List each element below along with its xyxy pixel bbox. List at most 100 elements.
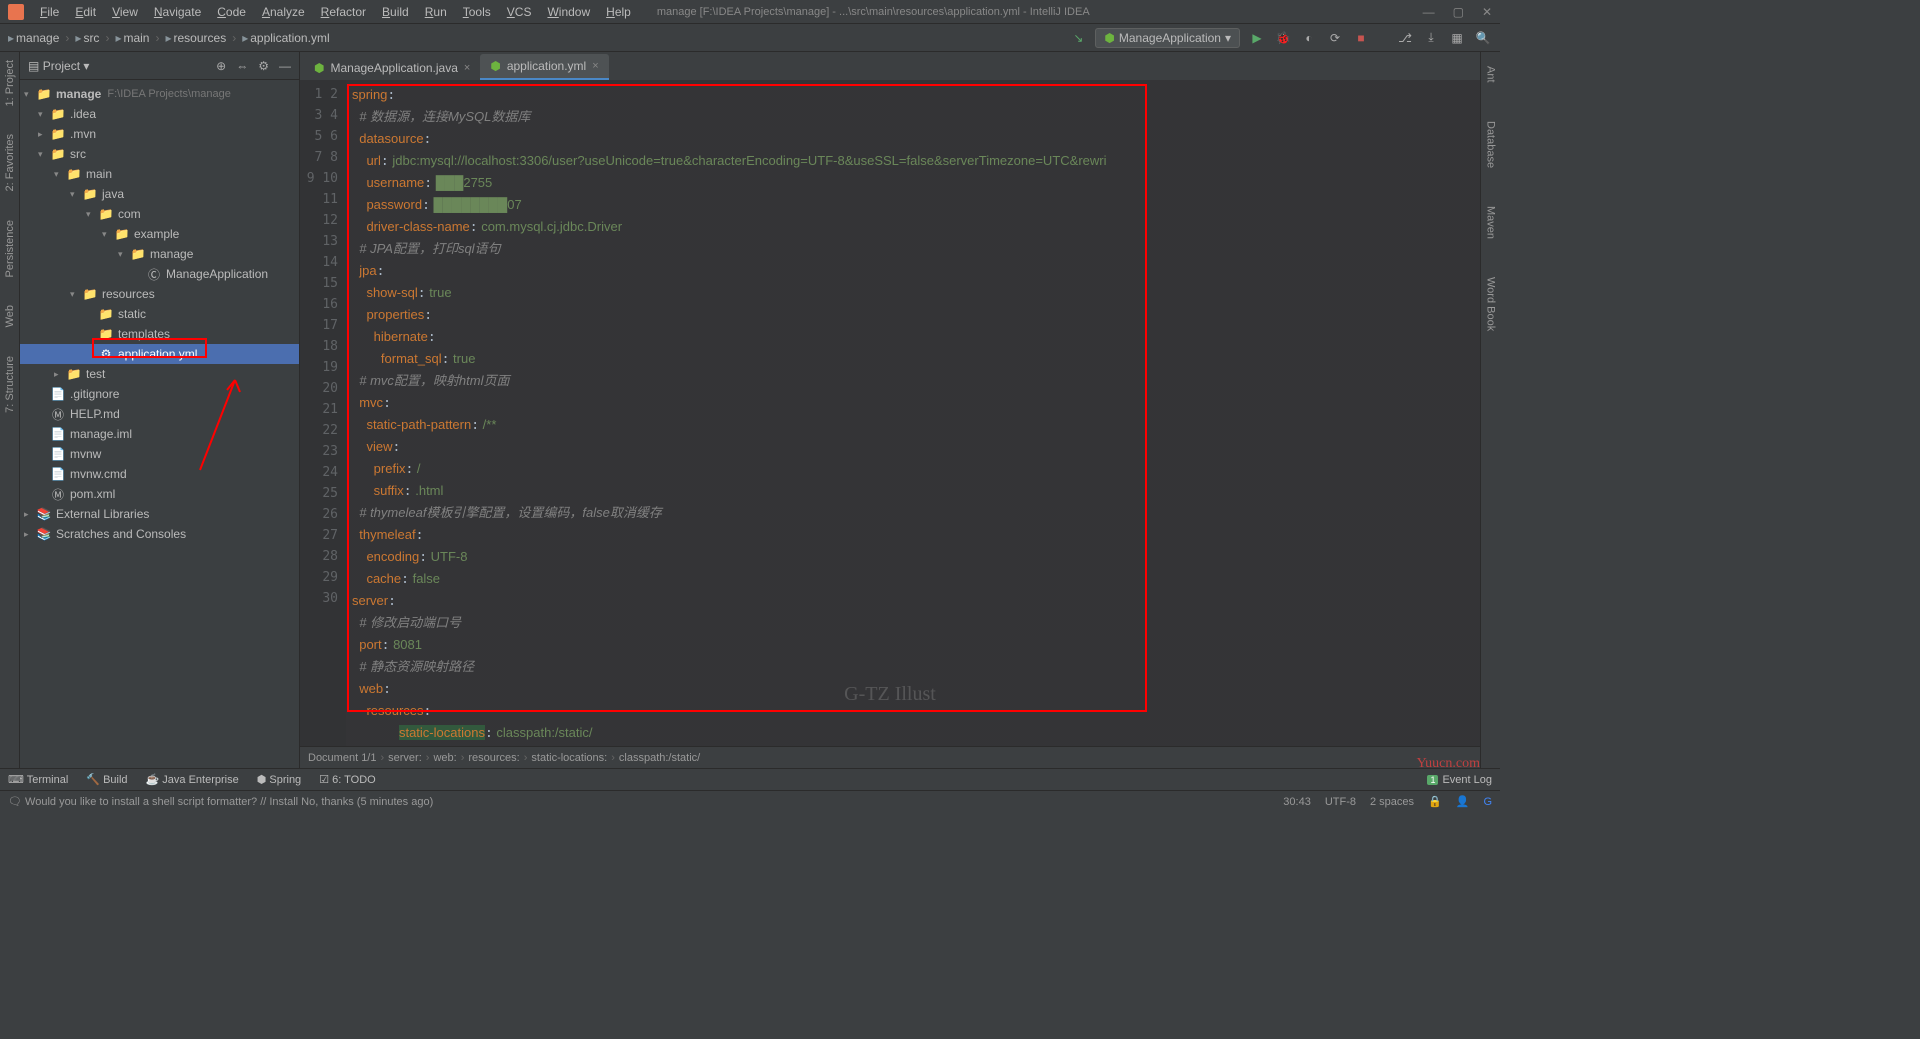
breadcrumb-item[interactable]: ▸src — [75, 31, 99, 45]
bottom-tool-terminal[interactable]: ⌨ Terminal — [8, 773, 68, 786]
tab-applicationyml[interactable]: ⬢application.yml × — [480, 54, 608, 80]
breadcrumb-item[interactable]: ▸manage — [8, 31, 59, 45]
settings-icon[interactable]: ▦ — [1448, 29, 1466, 47]
code-editor[interactable]: 1 2 3 4 5 6 7 8 9 10 11 12 13 14 15 16 1… — [300, 80, 1480, 746]
menu-run[interactable]: Run — [419, 3, 453, 21]
locate-icon[interactable]: ⊕ — [216, 59, 226, 73]
tree-item-applicationyml[interactable]: ⚙application.yml — [20, 344, 299, 364]
crumb-item[interactable]: resources: — [468, 752, 519, 764]
notification-icon[interactable]: 🗨 — [8, 795, 22, 808]
tree-item-manage[interactable]: ▾📁manage — [20, 244, 299, 264]
tree-extLib[interactable]: ▸📚External Libraries — [20, 504, 299, 524]
tree-item-static[interactable]: 📁static — [20, 304, 299, 324]
tool-project[interactable]: 1: Project — [4, 56, 16, 110]
tree-item-main[interactable]: ▾📁main — [20, 164, 299, 184]
breadcrumb-item[interactable]: ▸main — [115, 31, 149, 45]
chevron-down-icon[interactable]: ▾ — [80, 59, 89, 73]
update-icon[interactable]: ⤓ — [1422, 29, 1440, 47]
tree-item-test[interactable]: ▸📁test — [20, 364, 299, 384]
git-icon[interactable]: ⎇ — [1396, 29, 1414, 47]
run-config-selector[interactable]: ⬢ ManageApplication ▾ — [1095, 28, 1240, 48]
menu-refactor[interactable]: Refactor — [315, 3, 372, 21]
menu-analyze[interactable]: Analyze — [256, 3, 311, 21]
tab-manageapplicationjava[interactable]: ⬢ManageApplication.java × — [304, 56, 480, 80]
close-icon[interactable]: ✕ — [1482, 5, 1492, 19]
bottom-toolbar[interactable]: ⌨ Terminal🔨 Build☕ Java Enterprise⬢ Spri… — [0, 768, 1500, 790]
coverage-icon[interactable]: ◐ — [1300, 29, 1318, 47]
tool-database[interactable]: Database — [1485, 117, 1497, 172]
breadcrumb-item[interactable]: ▸resources — [165, 31, 226, 45]
crumb-item[interactable]: server: — [388, 752, 422, 764]
bottom-tool-javaenterprise[interactable]: ☕ Java Enterprise — [146, 773, 239, 786]
menubar[interactable]: FileEditViewNavigateCodeAnalyzeRefactorB… — [34, 3, 637, 21]
breadcrumb-item[interactable]: ▸application.yml — [242, 31, 329, 45]
tree-item-helpmd[interactable]: ⓂHELP.md — [20, 404, 299, 424]
menu-tools[interactable]: Tools — [457, 3, 497, 21]
event-log[interactable]: 1Event Log — [1427, 774, 1492, 786]
tree-item-manageapplication[interactable]: ⒸManageApplication — [20, 264, 299, 284]
tree-item-idea[interactable]: ▾📁.idea — [20, 104, 299, 124]
minimize-icon[interactable]: — — [1423, 5, 1435, 19]
menu-code[interactable]: Code — [211, 3, 252, 21]
tree-item-templates[interactable]: 📁templates — [20, 324, 299, 344]
menu-vcs[interactable]: VCS — [501, 3, 538, 21]
window-controls[interactable]: — ▢ ✕ — [1423, 5, 1492, 19]
project-panel-header[interactable]: ▤ Project ▾ ⊕ ⇔ ⚙ — — [20, 52, 299, 80]
tree-item-resources[interactable]: ▾📁resources — [20, 284, 299, 304]
collapse-icon[interactable]: ⇔ — [236, 59, 248, 73]
tree-item-gitignore[interactable]: 📄.gitignore — [20, 384, 299, 404]
crumb-item[interactable]: static-locations: — [531, 752, 607, 764]
menu-navigate[interactable]: Navigate — [148, 3, 207, 21]
menu-help[interactable]: Help — [600, 3, 637, 21]
encoding[interactable]: UTF-8 — [1325, 796, 1356, 808]
menu-window[interactable]: Window — [541, 3, 596, 21]
hide-icon[interactable]: — — [279, 59, 291, 73]
tree-item-manageiml[interactable]: 📄manage.iml — [20, 424, 299, 444]
gear-icon[interactable]: ⚙ — [258, 59, 269, 73]
breadcrumb[interactable]: ▸manage›▸src›▸main›▸resources›▸applicati… — [8, 31, 330, 45]
run-icon[interactable]: ▶ — [1248, 29, 1266, 47]
inspect-icon[interactable]: 👤 — [1456, 795, 1470, 808]
crumb-item[interactable]: web: — [433, 752, 456, 764]
left-tool-stripe[interactable]: 1: Project 2: Favorites Persistence Web 7: S… — [0, 52, 20, 768]
debug-icon[interactable]: 🐞 — [1274, 29, 1292, 47]
stop-icon[interactable]: ■ — [1352, 29, 1370, 47]
search-icon[interactable]: 🔍 — [1474, 29, 1492, 47]
tool-maven[interactable]: Maven — [1485, 202, 1497, 243]
tree-item-pomxml[interactable]: Ⓜpom.xml — [20, 484, 299, 504]
tree-root[interactable]: ▾📁manageF:\IDEA Projects\manage — [20, 84, 299, 104]
indent[interactable]: 2 spaces — [1370, 796, 1414, 808]
editor-tabs[interactable]: ⬢ManageApplication.java ×⬢application.ym… — [300, 52, 1480, 80]
close-icon[interactable]: × — [464, 62, 470, 74]
tree-item-mvnwcmd[interactable]: 📄mvnw.cmd — [20, 464, 299, 484]
crumb-item[interactable]: classpath:/static/ — [619, 752, 700, 764]
close-icon[interactable]: × — [592, 60, 598, 72]
tree-item-com[interactable]: ▾📁com — [20, 204, 299, 224]
code-breadcrumb[interactable]: Document 1/1 › server: › web: › resource… — [300, 746, 1480, 768]
tool-wordbook[interactable]: Word Book — [1485, 273, 1497, 335]
tool-persistence[interactable]: Persistence — [4, 216, 16, 281]
tree-item-mvnw[interactable]: 📄mvnw — [20, 444, 299, 464]
google-icon[interactable]: G — [1483, 796, 1492, 808]
right-tool-stripe[interactable]: Ant Database Maven Word Book — [1480, 52, 1500, 768]
lock-icon[interactable]: 🔒 — [1428, 795, 1442, 808]
tool-ant[interactable]: Ant — [1485, 62, 1497, 87]
project-tree[interactable]: ▾📁manageF:\IDEA Projects\manage▾📁.idea▸📁… — [20, 80, 299, 768]
tool-structure[interactable]: 7: Structure — [4, 352, 16, 417]
tree-scratches[interactable]: ▸📚Scratches and Consoles — [20, 524, 299, 544]
bottom-tool-todo[interactable]: ☑ 6: TODO — [319, 773, 376, 786]
menu-build[interactable]: Build — [376, 3, 415, 21]
tree-item-example[interactable]: ▾📁example — [20, 224, 299, 244]
tree-item-mvn[interactable]: ▸📁.mvn — [20, 124, 299, 144]
tool-web[interactable]: Web — [4, 301, 16, 331]
profile-icon[interactable]: ⟳ — [1326, 29, 1344, 47]
crumb-item[interactable]: Document 1/1 — [308, 752, 376, 764]
tool-favorites[interactable]: 2: Favorites — [4, 130, 16, 195]
maximize-icon[interactable]: ▢ — [1453, 5, 1464, 19]
bottom-tool-build[interactable]: 🔨 Build — [86, 773, 127, 786]
build-icon[interactable]: ↘ — [1069, 29, 1087, 47]
menu-edit[interactable]: Edit — [69, 3, 102, 21]
tree-item-java[interactable]: ▾📁java — [20, 184, 299, 204]
code-content[interactable]: spring: # 数据源，连接MySQL数据库 datasource: url… — [346, 80, 1480, 746]
menu-view[interactable]: View — [106, 3, 144, 21]
